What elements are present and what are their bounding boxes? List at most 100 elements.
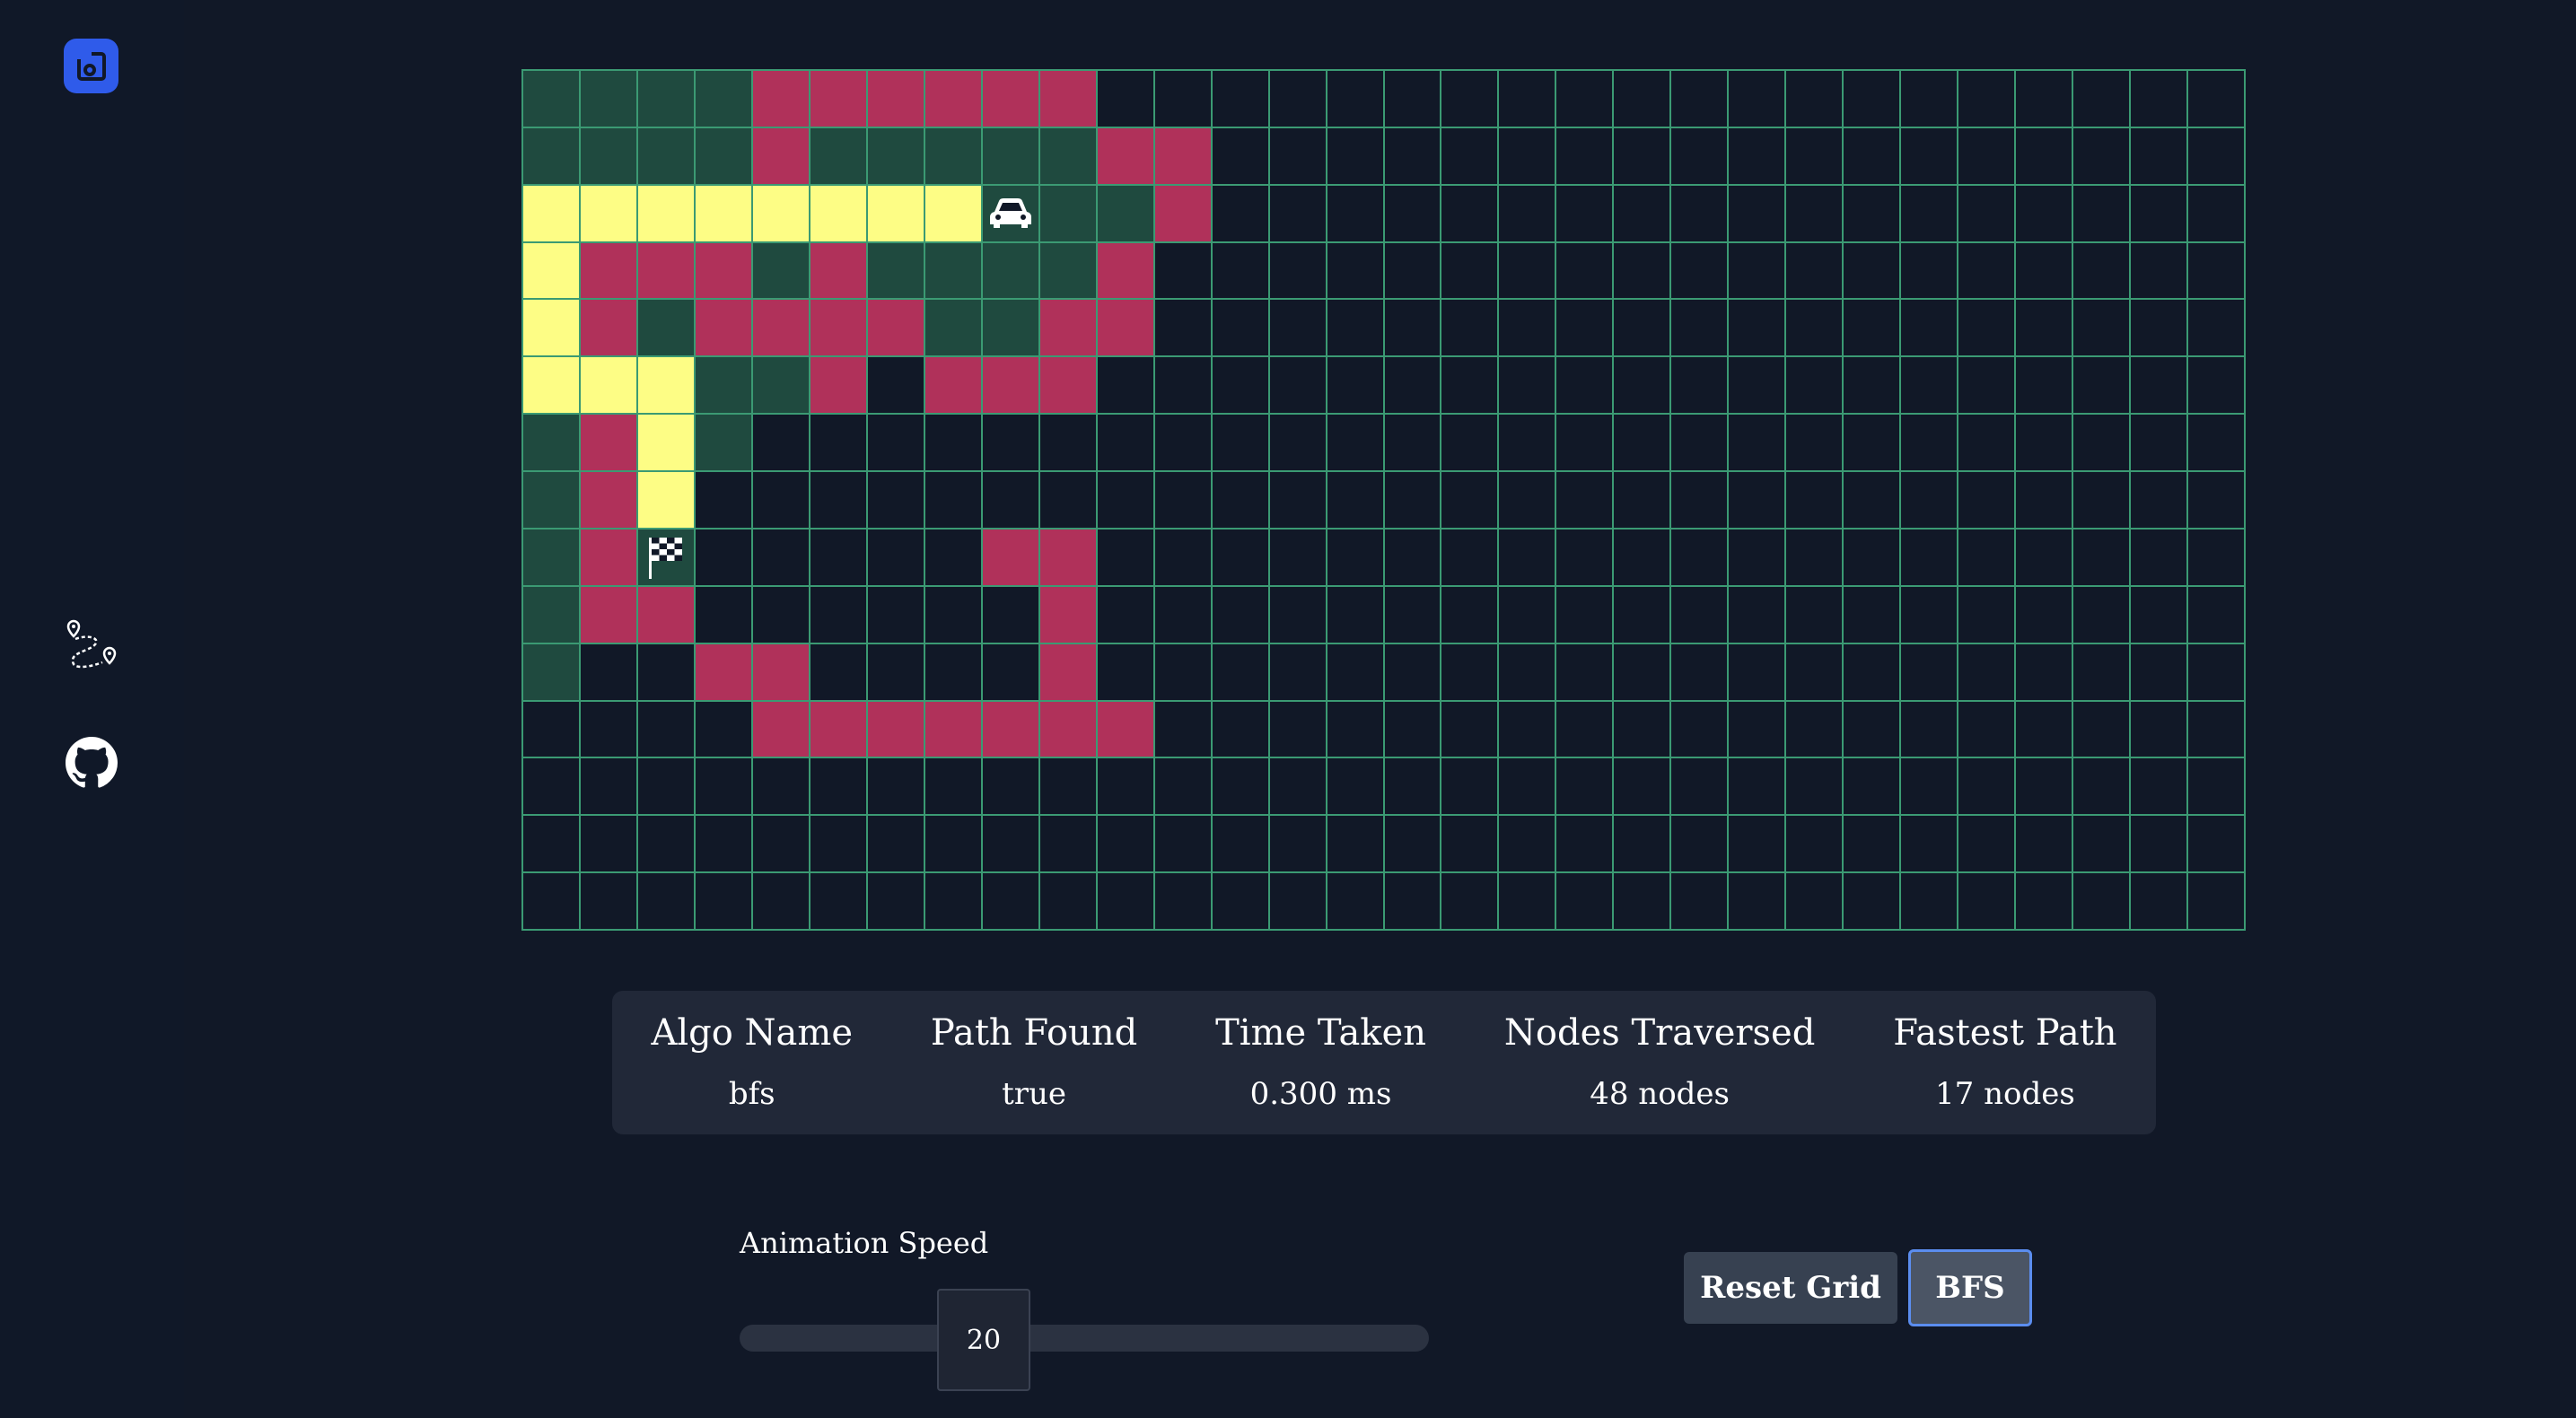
algorithm-select-button[interactable]: BFS (1908, 1249, 2032, 1326)
grid-cell[interactable] (1441, 529, 1500, 587)
grid-cell[interactable] (1097, 816, 1155, 874)
grid-cell[interactable] (637, 71, 696, 128)
grid-cell[interactable] (810, 529, 868, 587)
grid-cell[interactable] (1614, 586, 1672, 644)
grid-cell[interactable] (523, 415, 581, 473)
grid-cell[interactable] (523, 643, 581, 702)
grid-cell[interactable] (1844, 71, 1902, 128)
grid-cell[interactable] (1958, 472, 2017, 530)
grid-cell[interactable] (2016, 415, 2074, 473)
grid-cell[interactable] (1441, 816, 1500, 874)
grid-cell[interactable] (1901, 71, 1959, 128)
grid-cell[interactable] (1154, 586, 1213, 644)
grid-cell[interactable] (1786, 127, 1844, 186)
grid-cell[interactable] (1327, 357, 1385, 416)
grid-cell[interactable] (924, 701, 983, 759)
grid-cell[interactable] (1614, 242, 1672, 301)
grid-cell[interactable] (2188, 643, 2246, 702)
grid-cell[interactable] (1614, 758, 1672, 817)
grid-cell[interactable] (752, 701, 810, 759)
grid-cell[interactable] (982, 529, 1040, 587)
grid-cell[interactable] (2016, 586, 2074, 644)
grid-cell[interactable] (637, 873, 696, 931)
grid-cell[interactable] (523, 300, 581, 358)
grid-cell[interactable] (1844, 873, 1902, 931)
grid-cell[interactable] (1786, 357, 1844, 416)
grid-cell[interactable] (752, 873, 810, 931)
grid-cell[interactable] (1556, 71, 1615, 128)
grid-cell[interactable] (1441, 127, 1500, 186)
grid-cell[interactable] (924, 472, 983, 530)
grid-cell[interactable] (1729, 357, 1787, 416)
grid-cell[interactable] (752, 643, 810, 702)
grid-cell[interactable] (2073, 586, 2132, 644)
grid-cell[interactable] (523, 529, 581, 587)
grid-cell[interactable] (982, 873, 1040, 931)
grid-cell[interactable] (1786, 71, 1844, 128)
grid-cell[interactable] (1154, 415, 1213, 473)
grid-cell[interactable] (1901, 758, 1959, 817)
grid-cell[interactable] (580, 300, 638, 358)
grid-cell[interactable] (1327, 71, 1385, 128)
start-node[interactable] (982, 185, 1040, 243)
grid-cell[interactable] (1556, 701, 1615, 759)
grid-cell[interactable] (695, 873, 753, 931)
grid-cell[interactable] (1901, 185, 1959, 243)
grid-cell[interactable] (1556, 185, 1615, 243)
grid-cell[interactable] (1499, 701, 1557, 759)
grid-cell[interactable] (1958, 816, 2017, 874)
grid-cell[interactable] (637, 643, 696, 702)
grid-cell[interactable] (752, 472, 810, 530)
grid-cell[interactable] (1844, 643, 1902, 702)
grid-cell[interactable] (637, 415, 696, 473)
grid-cell[interactable] (1958, 300, 2017, 358)
grid-cell[interactable] (1327, 643, 1385, 702)
grid-cell[interactable] (695, 701, 753, 759)
grid-cell[interactable] (2073, 415, 2132, 473)
grid-cell[interactable] (1327, 242, 1385, 301)
grid-cell[interactable] (1786, 415, 1844, 473)
grid-cell[interactable] (2073, 472, 2132, 530)
grid-cell[interactable] (1614, 300, 1672, 358)
grid-cell[interactable] (1671, 758, 1730, 817)
grid-cell[interactable] (1499, 357, 1557, 416)
grid-cell[interactable] (1556, 873, 1615, 931)
grid-cell[interactable] (924, 300, 983, 358)
grid-cell[interactable] (1384, 300, 1442, 358)
grid-cell[interactable] (810, 472, 868, 530)
grid-cell[interactable] (1269, 758, 1327, 817)
grid-cell[interactable] (1441, 472, 1500, 530)
grid-cell[interactable] (1499, 643, 1557, 702)
pathfinding-grid[interactable] (521, 69, 2246, 931)
grid-cell[interactable] (1844, 816, 1902, 874)
grid-cell[interactable] (1441, 586, 1500, 644)
grid-cell[interactable] (2073, 127, 2132, 186)
grid-cell[interactable] (1556, 586, 1615, 644)
grid-cell[interactable] (637, 816, 696, 874)
grid-cell[interactable] (1441, 242, 1500, 301)
grid-cell[interactable] (1039, 357, 1098, 416)
grid-cell[interactable] (637, 586, 696, 644)
grid-cell[interactable] (1844, 357, 1902, 416)
grid-cell[interactable] (2188, 701, 2246, 759)
grid-cell[interactable] (2188, 586, 2246, 644)
grid-cell[interactable] (2188, 472, 2246, 530)
grid-cell[interactable] (1154, 758, 1213, 817)
grid-cell[interactable] (867, 472, 925, 530)
grid-cell[interactable] (1384, 873, 1442, 931)
grid-cell[interactable] (1154, 701, 1213, 759)
grid-cell[interactable] (1729, 643, 1787, 702)
grid-cell[interactable] (580, 586, 638, 644)
grid-cell[interactable] (2073, 643, 2132, 702)
grid-cell[interactable] (523, 758, 581, 817)
grid-cell[interactable] (580, 127, 638, 186)
grid-cell[interactable] (2188, 300, 2246, 358)
grid-cell[interactable] (695, 758, 753, 817)
grid-cell[interactable] (1786, 185, 1844, 243)
grid-cell[interactable] (2016, 71, 2074, 128)
grid-cell[interactable] (1786, 529, 1844, 587)
grid-cell[interactable] (1154, 127, 1213, 186)
grid-cell[interactable] (1614, 127, 1672, 186)
grid-cell[interactable] (2131, 127, 2189, 186)
grid-cell[interactable] (2016, 701, 2074, 759)
